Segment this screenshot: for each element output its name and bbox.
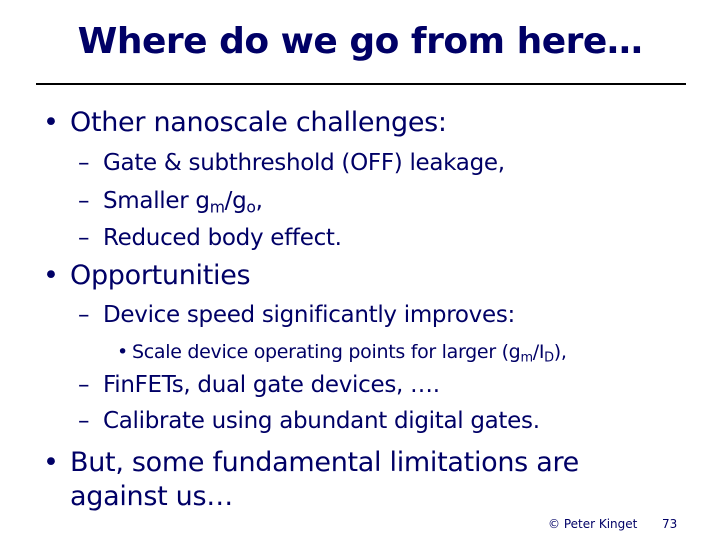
bullet-text: Opportunities [70, 260, 251, 291]
subscript-m: m [209, 197, 225, 217]
title-divider [36, 83, 686, 85]
bullet-text: Other nanoscale challenges: [70, 107, 447, 138]
bullet-opportunities: • Opportunities [43, 259, 251, 293]
subscript-o: o [246, 197, 256, 217]
dash-marker: – [78, 302, 90, 328]
sub-item-text: Device speed significantly improves: [103, 302, 515, 328]
bullet-fundamental-limitations-cont: against us… [70, 481, 233, 512]
sub-item-text: Gate & subthreshold (OFF) leakage, [103, 150, 505, 176]
dash-marker: – [78, 188, 90, 214]
sub-item-device-speed: – Device speed significantly improves: [78, 300, 515, 330]
bullet-fundamental-limitations: • But, some fundamental limitations are [43, 446, 579, 480]
sub-sub-item-operating-points: • Scale device operating points for large… [117, 339, 567, 365]
bullet-marker: • [117, 341, 128, 363]
sub-sub-item-text: Scale device operating points for larger… [132, 341, 521, 363]
bullet-marker: • [43, 107, 59, 138]
dash-marker: – [78, 150, 90, 176]
page-number: 73 [662, 517, 678, 531]
subscript-m: m [520, 350, 533, 366]
bullet-other-challenges: • Other nanoscale challenges: [43, 106, 447, 140]
bullet-text: But, some fundamental limitations are [70, 447, 579, 478]
sub-item-text: Smaller g [103, 188, 210, 214]
dash-marker: – [78, 225, 90, 251]
sub-item-text: Calibrate using abundant digital gates. [103, 408, 540, 434]
bullet-marker: • [43, 260, 59, 291]
sub-sub-item-text-mid: /I [532, 341, 545, 363]
subscript-d: D [544, 350, 554, 366]
sub-item-text: Reduced body effect. [103, 225, 342, 251]
sub-item-body-effect: – Reduced body effect. [78, 223, 342, 253]
sub-item-calibrate: – Calibrate using abundant digital gates. [78, 406, 540, 436]
sub-item-text-post: , [255, 188, 263, 214]
sub-item-text-mid: /g [224, 188, 247, 214]
sub-item-leakage: – Gate & subthreshold (OFF) leakage, [78, 148, 505, 178]
dash-marker: – [78, 408, 90, 434]
bullet-marker: • [43, 447, 59, 478]
footer-copyright: © Peter Kinget [548, 517, 638, 531]
sub-item-finfets: – FinFETs, dual gate devices, …. [78, 370, 440, 400]
sub-item-text: FinFETs, dual gate devices, …. [103, 372, 440, 398]
slide-title: Where do we go from here… [77, 21, 643, 62]
sub-item-gm-go: – Smaller gm/go, [78, 186, 263, 216]
dash-marker: – [78, 372, 90, 398]
sub-sub-item-text-post: ), [553, 341, 567, 363]
